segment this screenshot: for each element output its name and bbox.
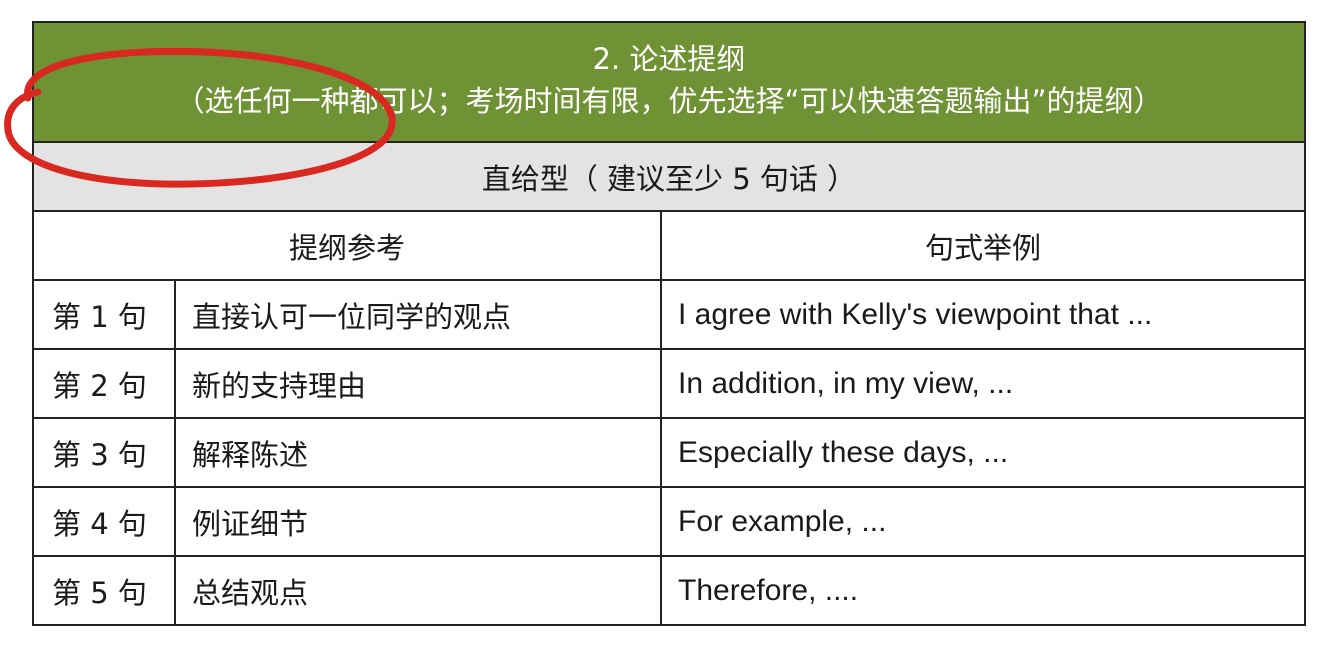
sentence-example: In addition, in my view, ...: [660, 348, 1306, 419]
slide: 2. 论述提纲 （选任何一种都可以；考场时间有限，优先选择“可以快速答题输出”的…: [0, 0, 1321, 656]
table-row: 第 5 句 总结观点 Therefore, ....: [32, 555, 1306, 626]
column-header-row: 提纲参考 句式举例: [32, 210, 1306, 281]
column-header-example: 句式举例: [660, 210, 1306, 281]
sentence-number: 第 2 句: [32, 348, 176, 419]
table-row: 第 1 句 直接认可一位同学的观点 I agree with Kelly's v…: [32, 279, 1306, 350]
outline-type-row: 直给型（ 建议至少 5 句话 ）: [32, 141, 1306, 212]
section-title: 2. 论述提纲: [592, 42, 746, 76]
outline-table: 2. 论述提纲 （选任何一种都可以；考场时间有限，优先选择“可以快速答题输出”的…: [32, 21, 1306, 626]
sentence-example: For example, ...: [660, 486, 1306, 557]
sentence-description: 直接认可一位同学的观点: [174, 279, 662, 350]
sentence-number: 第 4 句: [32, 486, 176, 557]
title-row: 2. 论述提纲 （选任何一种都可以；考场时间有限，优先选择“可以快速答题输出”的…: [32, 21, 1306, 143]
sentence-description: 总结观点: [174, 555, 662, 626]
sentence-example: Especially these days, ...: [660, 417, 1306, 488]
sentence-number: 第 1 句: [32, 279, 176, 350]
sentence-number: 第 5 句: [32, 555, 176, 626]
sentence-example: Therefore, ....: [660, 555, 1306, 626]
sentence-description: 新的支持理由: [174, 348, 662, 419]
table-row: 第 4 句 例证细节 For example, ...: [32, 486, 1306, 557]
table-row: 第 2 句 新的支持理由 In addition, in my view, ..…: [32, 348, 1306, 419]
sentence-number: 第 3 句: [32, 417, 176, 488]
sentence-description: 例证细节: [174, 486, 662, 557]
table-row: 第 3 句 解释陈述 Especially these days, ...: [32, 417, 1306, 488]
outline-type: 直给型（ 建议至少 5 句话 ）: [32, 141, 1306, 212]
title-cell: 2. 论述提纲 （选任何一种都可以；考场时间有限，优先选择“可以快速答题输出”的…: [32, 21, 1306, 143]
section-subtitle: （选任何一种都可以；考场时间有限，优先选择“可以快速答题输出”的提纲）: [175, 84, 1163, 118]
sentence-description: 解释陈述: [174, 417, 662, 488]
sentence-example: I agree with Kelly's viewpoint that ...: [660, 279, 1306, 350]
column-header-reference: 提纲参考: [32, 210, 662, 281]
